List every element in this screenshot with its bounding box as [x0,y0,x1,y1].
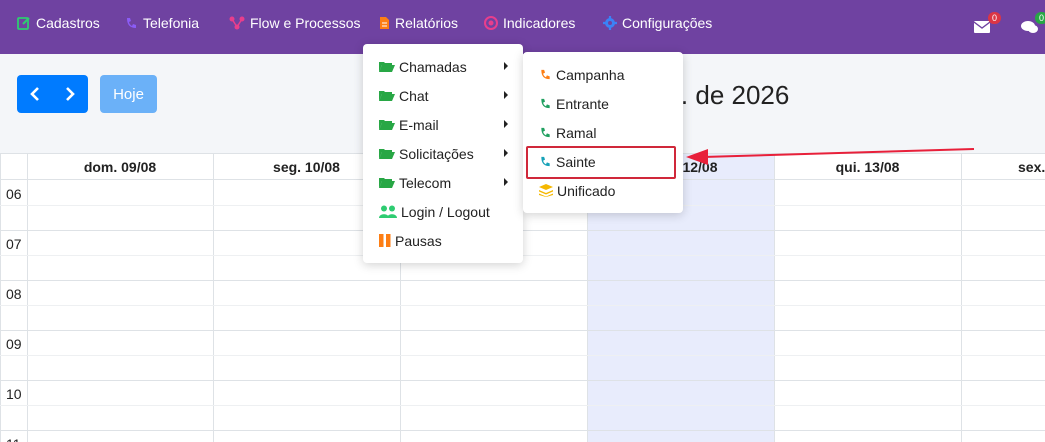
annotation-arrow [686,148,975,165]
